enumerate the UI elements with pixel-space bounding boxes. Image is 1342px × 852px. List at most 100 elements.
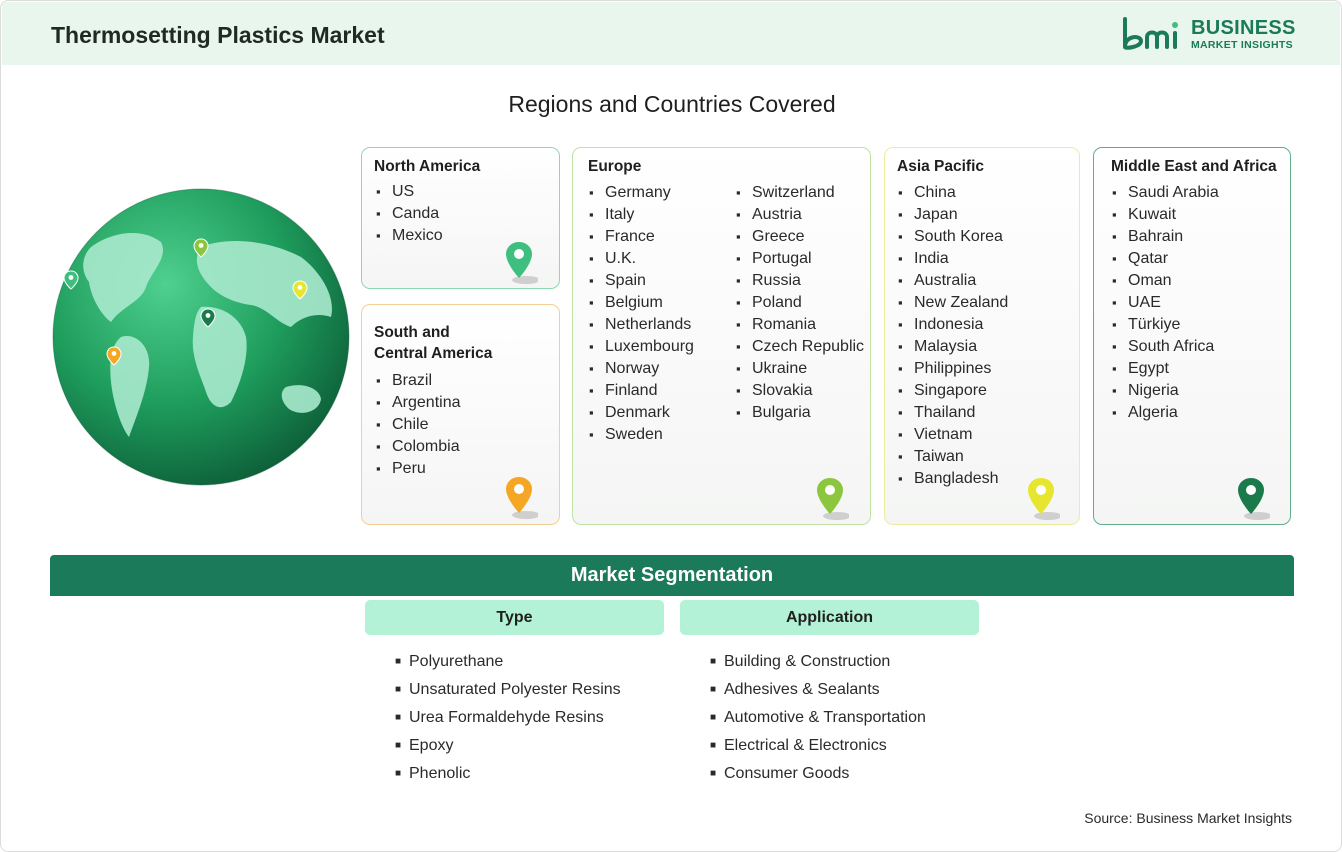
region-name-line1: South and xyxy=(374,324,450,341)
list-item: Thailand xyxy=(898,402,1008,424)
segment-header-type: Type xyxy=(365,600,664,635)
list-item: Luxembourg xyxy=(589,336,694,358)
list-item: Ukraine xyxy=(736,358,864,380)
region-card-middle-east-africa: Middle East and Africa Saudi Arabia Kuwa… xyxy=(1093,147,1291,525)
country-list-col1: Germany Italy France U.K. Spain Belgium … xyxy=(589,182,694,446)
list-item: China xyxy=(898,182,1008,204)
list-item: Nigeria xyxy=(1112,380,1219,402)
infographic-frame: Thermosetting Plastics Market BUSINESS M… xyxy=(0,0,1342,852)
list-item: Vietnam xyxy=(898,424,1008,446)
country-list: Saudi Arabia Kuwait Bahrain Qatar Oman U… xyxy=(1112,182,1219,424)
list-item: Austria xyxy=(736,204,864,226)
region-name: Asia Pacific xyxy=(897,158,985,175)
map-pin-icon xyxy=(817,478,849,520)
list-item: Romania xyxy=(736,314,864,336)
list-item: Taiwan xyxy=(898,446,1008,468)
list-item: Philippines xyxy=(898,358,1008,380)
region-name: Europe xyxy=(588,158,642,175)
list-item: New Zealand xyxy=(898,292,1008,314)
list-item: Saudi Arabia xyxy=(1112,182,1219,204)
list-item: Colombia xyxy=(376,436,461,458)
list-item: South Africa xyxy=(1112,336,1219,358)
list-item: Building & Construction xyxy=(710,648,926,676)
region-name: North America xyxy=(374,158,481,175)
list-item: Poland xyxy=(736,292,864,314)
list-item: Indonesia xyxy=(898,314,1008,336)
list-item: Egypt xyxy=(1112,358,1219,380)
list-item: Italy xyxy=(589,204,694,226)
list-item: Peru xyxy=(376,458,461,480)
list-item: Türkiye xyxy=(1112,314,1219,336)
region-card-europe: Europe Germany Italy France U.K. Spain B… xyxy=(572,147,871,525)
logo-line2: MARKET INSIGHTS xyxy=(1191,39,1293,51)
list-item: Chile xyxy=(376,414,461,436)
map-pin-icon xyxy=(506,477,538,519)
list-item: Oman xyxy=(1112,270,1219,292)
list-item: Singapore xyxy=(898,380,1008,402)
brand-logo[interactable]: BUSINESS MARKET INSIGHTS xyxy=(1121,15,1301,55)
type-list: Polyurethane Unsaturated Polyester Resin… xyxy=(395,648,621,788)
list-item: Brazil xyxy=(376,370,461,392)
map-pin-icon xyxy=(506,242,538,284)
page-title: Thermosetting Plastics Market xyxy=(51,22,385,48)
country-list: US Canda Mexico xyxy=(376,181,443,247)
list-item: Consumer Goods xyxy=(710,760,926,788)
list-item: Urea Formaldehyde Resins xyxy=(395,704,621,732)
list-item: Norway xyxy=(589,358,694,380)
source-note: Source: Business Market Insights xyxy=(1084,810,1292,826)
list-item: Polyurethane xyxy=(395,648,621,676)
list-item: Russia xyxy=(736,270,864,292)
list-item: UAE xyxy=(1112,292,1219,314)
list-item: Finland xyxy=(589,380,694,402)
list-item: Canda xyxy=(376,203,443,225)
list-item: Czech Republic xyxy=(736,336,864,358)
list-item: Bahrain xyxy=(1112,226,1219,248)
region-card-north-america: North America US Canda Mexico xyxy=(361,147,560,289)
list-item: Adhesives & Sealants xyxy=(710,676,926,704)
list-item: Greece xyxy=(736,226,864,248)
list-item: France xyxy=(589,226,694,248)
segment-header-application: Application xyxy=(680,600,979,635)
region-name-line2: Central America xyxy=(374,345,493,362)
list-item: U.K. xyxy=(589,248,694,270)
globe-illustration xyxy=(52,188,350,486)
region-card-south-central-america: South and Central America Brazil Argenti… xyxy=(361,304,560,525)
list-item: Australia xyxy=(898,270,1008,292)
list-item: Slovakia xyxy=(736,380,864,402)
list-item: Japan xyxy=(898,204,1008,226)
list-item: Spain xyxy=(589,270,694,292)
map-pin-icon xyxy=(1028,478,1060,520)
bmi-logo-icon xyxy=(1123,17,1178,50)
region-card-asia-pacific: Asia Pacific China Japan South Korea Ind… xyxy=(884,147,1080,525)
list-item: Qatar xyxy=(1112,248,1219,270)
list-item: Automotive & Transportation xyxy=(710,704,926,732)
list-item: Malaysia xyxy=(898,336,1008,358)
list-item: Epoxy xyxy=(395,732,621,760)
list-item: Unsaturated Polyester Resins xyxy=(395,676,621,704)
list-item: Netherlands xyxy=(589,314,694,336)
list-item: Electrical & Electronics xyxy=(710,732,926,760)
logo-line1: BUSINESS xyxy=(1191,17,1296,39)
list-item: Sweden xyxy=(589,424,694,446)
list-item: Bangladesh xyxy=(898,468,1008,490)
list-item: South Korea xyxy=(898,226,1008,248)
list-item: Kuwait xyxy=(1112,204,1219,226)
regions-title: Regions and Countries Covered xyxy=(508,91,836,117)
list-item: Portugal xyxy=(736,248,864,270)
country-list-col2: Switzerland Austria Greece Portugal Russ… xyxy=(736,182,864,424)
map-pin-icon xyxy=(1238,478,1270,520)
application-list: Building & Construction Adhesives & Seal… xyxy=(710,648,926,788)
list-item: Germany xyxy=(589,182,694,204)
list-item: Belgium xyxy=(589,292,694,314)
country-list: China Japan South Korea India Australia … xyxy=(898,182,1008,490)
list-item: Denmark xyxy=(589,402,694,424)
list-item: India xyxy=(898,248,1008,270)
list-item: Algeria xyxy=(1112,402,1219,424)
list-item: Bulgaria xyxy=(736,402,864,424)
list-item: US xyxy=(376,181,443,203)
segmentation-title: Market Segmentation xyxy=(50,555,1294,596)
country-list: Brazil Argentina Chile Colombia Peru xyxy=(376,370,461,480)
list-item: Switzerland xyxy=(736,182,864,204)
list-item: Argentina xyxy=(376,392,461,414)
list-item: Mexico xyxy=(376,225,443,247)
